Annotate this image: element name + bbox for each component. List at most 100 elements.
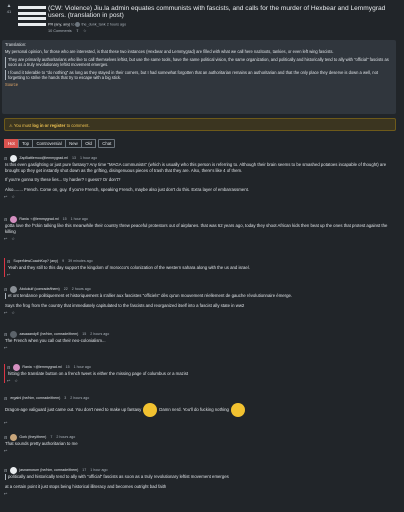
comment-author[interactable]: jasnamorum (he/him, comrade/them): [19, 468, 78, 473]
warning-icon: ⚠: [9, 122, 13, 128]
comment-text: Is this even gaslighting or just pure fa…: [5, 162, 387, 192]
comment-time: 2 hours ago: [70, 396, 90, 401]
reply-icon[interactable]: ↩: [4, 236, 7, 241]
comment-text: gotta love the f*ckin talking like this …: [5, 223, 388, 234]
login-prefix: You must: [13, 122, 32, 128]
comment-text: politically and historically tend to all…: [4, 474, 398, 489]
comment: ⊟ Rania ♀@lemmygrad.ml 15 1 hour ago got…: [4, 216, 398, 241]
collapse-icon[interactable]: ⊟: [4, 396, 7, 401]
body-quote: I found it tolerable to "do nothing" as …: [5, 69, 393, 81]
reply-icon[interactable]: ↩: [4, 345, 7, 350]
sort-new[interactable]: New: [65, 139, 82, 148]
collapse-icon[interactable]: ⊟: [4, 468, 7, 473]
sort-chat[interactable]: Chat: [98, 139, 116, 148]
avatar: [10, 286, 18, 293]
sort-top[interactable]: Top: [18, 139, 34, 148]
comments-link[interactable]: 10 Comments: [48, 29, 72, 33]
comment-author[interactable]: Rania ♀@lemmygrad.ml: [22, 365, 61, 370]
share-icon[interactable]: ⇪: [76, 29, 79, 33]
avatar: [10, 216, 18, 223]
comment-time: 2 hours ago: [56, 435, 76, 440]
post-community[interactable]: the_dunk_tank: [81, 22, 105, 26]
star-icon[interactable]: ☆: [11, 194, 15, 199]
comment-author[interactable]: Abdukulf (comrade/them): [19, 287, 59, 292]
reply-icon[interactable]: ↩: [4, 310, 7, 315]
comment-score: 15: [65, 365, 70, 370]
collapse-icon[interactable]: ⊟: [7, 259, 10, 264]
comment-time: 39 minutes ago: [68, 259, 93, 264]
post-actions: 10 Comments ⇪ ☆: [48, 29, 400, 34]
collapse-icon[interactable]: ⊟: [4, 287, 7, 292]
source-link[interactable]: Source: [5, 82, 393, 87]
post-vote: ▲ 41: [4, 4, 14, 15]
collapse-icon[interactable]: ⊟: [4, 217, 7, 222]
login-link[interactable]: log in or register: [32, 123, 65, 128]
comment-score: 13: [71, 156, 76, 161]
comment-text: hitting the translate button on a french…: [8, 371, 189, 376]
comment-text: Yeah and they still to this day support …: [8, 265, 250, 270]
comment: ⊟ Gork (they/them) 7 2 hours ago That so…: [4, 434, 398, 453]
comment-text: The French when you call out their neo-c…: [5, 338, 106, 343]
reply-icon[interactable]: ↩: [4, 491, 7, 496]
comment-score: 3: [64, 396, 67, 401]
avatar: [13, 364, 21, 371]
star-icon[interactable]: ☆: [11, 236, 15, 241]
star-icon[interactable]: ☆: [83, 29, 86, 33]
reply-icon[interactable]: ↩: [7, 272, 10, 277]
comment-time: 1 hour ago: [73, 365, 91, 370]
post-header: ▲ 41 (CW: Violence) Jiu.la admin equates…: [4, 4, 400, 38]
reply-icon[interactable]: ↩: [7, 378, 10, 383]
body-paragraph: My personal opinion, for those who are i…: [5, 49, 334, 55]
login-suffix: to comment.: [66, 122, 90, 128]
comment-author[interactable]: ergalnl (he/him, comrade/them): [10, 396, 60, 401]
login-notice: ⚠ You must log in or register to comment…: [4, 118, 396, 131]
comment-time: 1 hour ago: [90, 468, 108, 473]
comment-reply: ⊟ SuperNewCoachKop? (any) 9 39 minutes a…: [4, 258, 398, 278]
post-score: 41: [6, 9, 12, 14]
post-time: 2 hours ago: [106, 22, 127, 27]
post-meta: PR (any, any) to the_dunk_tank 2 hours a…: [48, 21, 400, 27]
comment-text: That sounds pretty authoritarian to me: [5, 441, 78, 446]
comment-score: 7: [50, 435, 53, 440]
avatar: [10, 331, 18, 338]
post-body: Translation: My personal opinion, for th…: [2, 40, 396, 114]
avatar: [10, 155, 18, 162]
post-to: to: [71, 22, 75, 27]
sort-hot[interactable]: Hot: [4, 139, 19, 148]
comment: ⊟ Abdukulf (comrade/them) 22 2 hours ago…: [4, 286, 398, 315]
star-icon[interactable]: ☆: [14, 378, 18, 383]
comment-text: Dragon-age valiguard just came out. You …: [4, 402, 398, 418]
comment-author[interactable]: ZapBattlemoo@lemmygrad.ml: [19, 156, 68, 161]
comment-score: 9: [62, 259, 65, 264]
comment-time: 2 hours ago: [90, 332, 110, 337]
comment: ⊟ ergalnl (he/him, comrade/them) 3 2 hou…: [4, 395, 398, 425]
comment: ⊟ ZapBattlemoo@lemmygrad.ml 13 1 hour ag…: [4, 155, 398, 199]
post-title[interactable]: (CW: Violence) Jiu.la admin equates comm…: [48, 5, 400, 20]
reply-icon[interactable]: ↩: [4, 448, 7, 453]
star-icon[interactable]: ☆: [11, 310, 15, 315]
avatar: [10, 467, 18, 474]
comment-text: et ont tendance politiquement et histori…: [4, 293, 398, 308]
collapse-icon[interactable]: ⊟: [7, 365, 10, 370]
reply-icon[interactable]: ↩: [4, 194, 7, 199]
comment-author[interactable]: zasaaandyE (he/him, comrade/them): [19, 332, 78, 337]
comment: ⊟ zasaaandyE (he/him, comrade/them) 15 2…: [4, 331, 398, 350]
collapse-icon[interactable]: ⊟: [4, 332, 7, 337]
comment-author[interactable]: Gork (they/them): [19, 435, 46, 440]
comment-score: 15: [62, 217, 67, 222]
comment-time: 1 hour ago: [79, 156, 98, 161]
sort-old[interactable]: Old: [81, 139, 96, 148]
comment: ⊟ jasnamorum (he/him, comrade/them) 17 1…: [4, 467, 398, 496]
comment-time: 1 hour ago: [70, 217, 88, 222]
post-author[interactable]: PR (any, any): [48, 22, 70, 26]
comment-score: 17: [82, 468, 87, 473]
comment-author[interactable]: Rania ♀@lemmygrad.ml: [19, 217, 58, 222]
reply-icon[interactable]: ↩: [4, 420, 7, 425]
collapse-icon[interactable]: ⊟: [4, 435, 7, 440]
comment-author[interactable]: SuperNewCoachKop? (any): [13, 259, 58, 264]
body-quote: They are primarily authoritarians who li…: [5, 56, 393, 68]
comment-reply: ⊟ Rania ♀@lemmygrad.ml 15 1 hour ago hit…: [4, 364, 398, 384]
post-thumbnail[interactable]: [18, 6, 46, 32]
sort-controversial[interactable]: Controversial: [32, 139, 66, 148]
collapse-icon[interactable]: ⊟: [4, 156, 7, 161]
